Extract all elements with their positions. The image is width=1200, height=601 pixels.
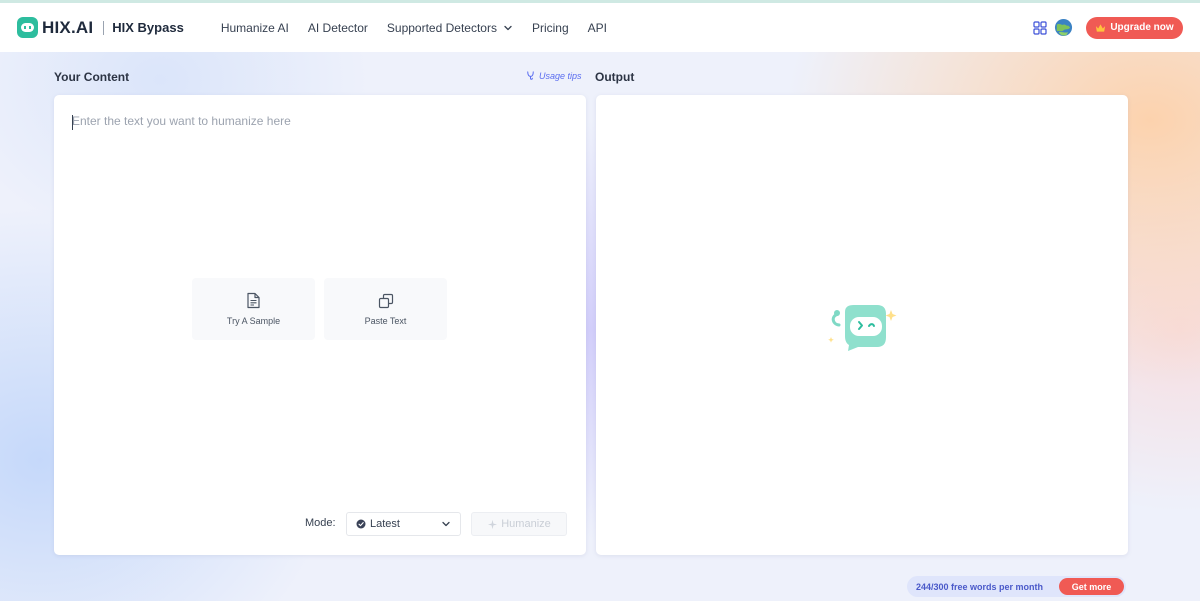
product-name[interactable]: HIX Bypass <box>112 20 184 35</box>
mode-badge-icon <box>356 519 366 529</box>
logo-divider <box>103 20 105 35</box>
sparkle-icon <box>488 519 498 529</box>
paste-text-label: Paste Text <box>364 315 407 326</box>
get-more-button[interactable]: Get more <box>1059 578 1124 595</box>
chevron-down-icon <box>442 521 450 527</box>
content-textarea[interactable] <box>72 114 562 294</box>
output-panel <box>596 95 1128 555</box>
tips-icon <box>527 71 534 80</box>
mode-select[interactable]: Latest <box>346 512 461 536</box>
usage-tips-label: Usage tips <box>539 70 582 81</box>
nav-supported-detectors[interactable]: Supported Detectors <box>387 21 513 35</box>
nav-api[interactable]: API <box>588 21 607 35</box>
globe-icon[interactable] <box>1054 18 1073 37</box>
top-navbar: HIX.AI HIX Bypass Humanize AI AI Detecto… <box>0 3 1200 52</box>
apps-grid-icon[interactable] <box>1030 18 1050 38</box>
your-content-title: Your Content <box>54 70 130 84</box>
document-icon <box>247 292 260 309</box>
logo[interactable]: HIX.AI <box>17 17 93 38</box>
humanize-button[interactable]: Humanize <box>471 512 567 536</box>
word-quota-bar: 244/300 free words per month Get more <box>907 576 1126 597</box>
logo-text: HIX.AI <box>42 17 94 37</box>
upgrade-now-button[interactable]: Upgrade now <box>1086 16 1183 39</box>
chevron-down-icon <box>504 25 512 30</box>
nav-ai-detector[interactable]: AI Detector <box>308 21 368 35</box>
mode-value: Latest <box>370 518 400 530</box>
humanize-label: Humanize <box>501 518 551 530</box>
upgrade-now-label: Upgrade now <box>1110 22 1174 33</box>
try-a-sample-button[interactable]: Try A Sample <box>192 278 315 340</box>
nav-pricing[interactable]: Pricing <box>532 21 569 35</box>
copy-icon <box>378 293 393 308</box>
hix-robot-logo-icon <box>17 17 38 38</box>
nav-supported-detectors-label: Supported Detectors <box>386 20 497 35</box>
text-caret <box>72 115 73 130</box>
crown-icon <box>1096 23 1106 32</box>
robot-mascot-icon <box>828 305 897 351</box>
try-a-sample-label: Try A Sample <box>226 316 281 326</box>
mode-label: Mode: <box>305 517 336 529</box>
input-panel: Try A Sample Paste Text Mode: Latest Hum… <box>54 95 586 555</box>
paste-text-button[interactable]: Paste Text <box>324 278 447 340</box>
header-actions: Upgrade now <box>1030 16 1183 39</box>
word-quota-text: 244/300 free words per month <box>916 581 1044 592</box>
main-nav: Humanize AI AI Detector Supported Detect… <box>221 21 626 35</box>
nav-humanize-ai[interactable]: Humanize AI <box>221 21 289 35</box>
usage-tips-link[interactable]: Usage tips <box>525 70 582 81</box>
output-title: Output <box>595 70 635 84</box>
